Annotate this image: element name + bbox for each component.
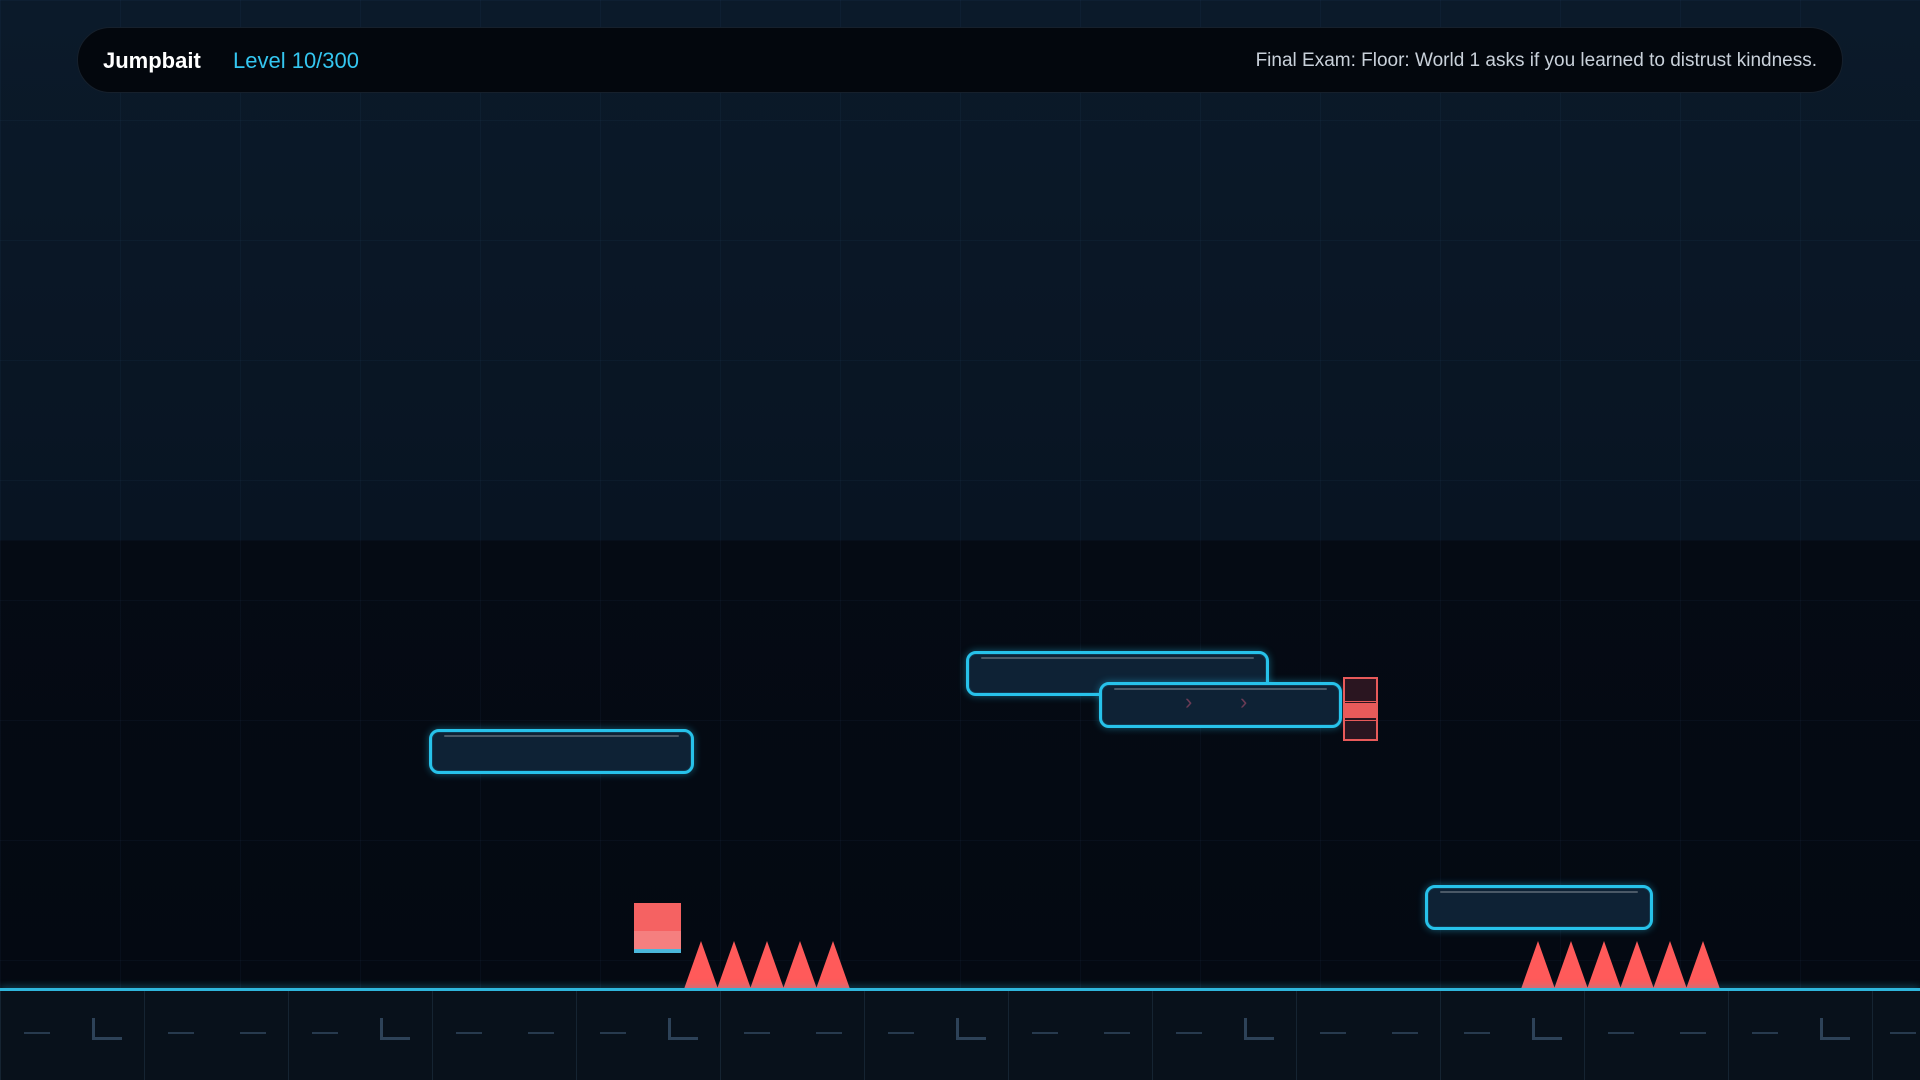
wall-block-line xyxy=(1345,701,1376,702)
hazard-wall-block xyxy=(1343,677,1378,741)
floor-mark xyxy=(1608,1032,1634,1034)
floor-mark xyxy=(168,1032,194,1034)
move-right-arrow-icon: › xyxy=(1185,689,1193,714)
floor-mark xyxy=(240,1032,266,1034)
floor-mark xyxy=(600,1032,626,1034)
player-shade xyxy=(634,931,681,949)
floor-mark xyxy=(956,1018,986,1040)
game-title: Jumpbait xyxy=(103,48,201,73)
move-right-arrow-icon: › xyxy=(1240,689,1248,714)
game-stage[interactable]: Jumpbait Level 10/300 Final Exam: Floor:… xyxy=(0,0,1920,1080)
floor-mark xyxy=(1752,1032,1778,1034)
floor-mark xyxy=(1680,1032,1706,1034)
floor-mark xyxy=(380,1018,410,1040)
hud-bar: Jumpbait Level 10/300 Final Exam: Floor:… xyxy=(77,27,1843,93)
floor-mark xyxy=(1820,1018,1850,1040)
floor-mark xyxy=(668,1018,698,1040)
spike xyxy=(1521,941,1555,989)
floor-mark xyxy=(816,1032,842,1034)
platform-moving: › › xyxy=(1099,682,1342,728)
platform-right xyxy=(1425,885,1653,930)
floor-mark xyxy=(1176,1032,1202,1034)
floor-mark xyxy=(1320,1032,1346,1034)
floor-mark xyxy=(456,1032,482,1034)
spikes-left xyxy=(684,941,850,989)
level-hint: Final Exam: Floor: World 1 asks if you l… xyxy=(1255,50,1817,71)
level-counter: Level 10/300 xyxy=(233,48,359,73)
floor-mark xyxy=(1032,1032,1058,1034)
spike xyxy=(1620,941,1654,989)
floor-mark xyxy=(1890,1032,1916,1034)
spike xyxy=(1653,941,1687,989)
floor-mark xyxy=(528,1032,554,1034)
spike xyxy=(750,941,784,989)
spike xyxy=(717,941,751,989)
platform-sheen xyxy=(1440,891,1638,893)
floor-mark xyxy=(744,1032,770,1034)
floor-mark xyxy=(1392,1032,1418,1034)
spike xyxy=(816,941,850,989)
spikes-right xyxy=(1521,941,1720,989)
floor-mark xyxy=(888,1032,914,1034)
wall-block-line xyxy=(1345,720,1376,721)
platform-sheen xyxy=(444,735,679,737)
spike xyxy=(1554,941,1588,989)
player-character xyxy=(634,903,681,953)
spike xyxy=(684,941,718,989)
floor-mark xyxy=(92,1018,122,1040)
platform-sheen xyxy=(1114,688,1327,690)
spike xyxy=(783,941,817,989)
platform-sheen xyxy=(981,657,1254,659)
wall-block-band xyxy=(1345,703,1376,718)
platform-left xyxy=(429,729,694,774)
floor-mark xyxy=(1532,1018,1562,1040)
floor-mark xyxy=(312,1032,338,1034)
floor-mark xyxy=(1104,1032,1130,1034)
floor-mark xyxy=(1244,1018,1274,1040)
floor-mark xyxy=(1464,1032,1490,1034)
spike xyxy=(1587,941,1621,989)
spike xyxy=(1686,941,1720,989)
floor-mark xyxy=(24,1032,50,1034)
